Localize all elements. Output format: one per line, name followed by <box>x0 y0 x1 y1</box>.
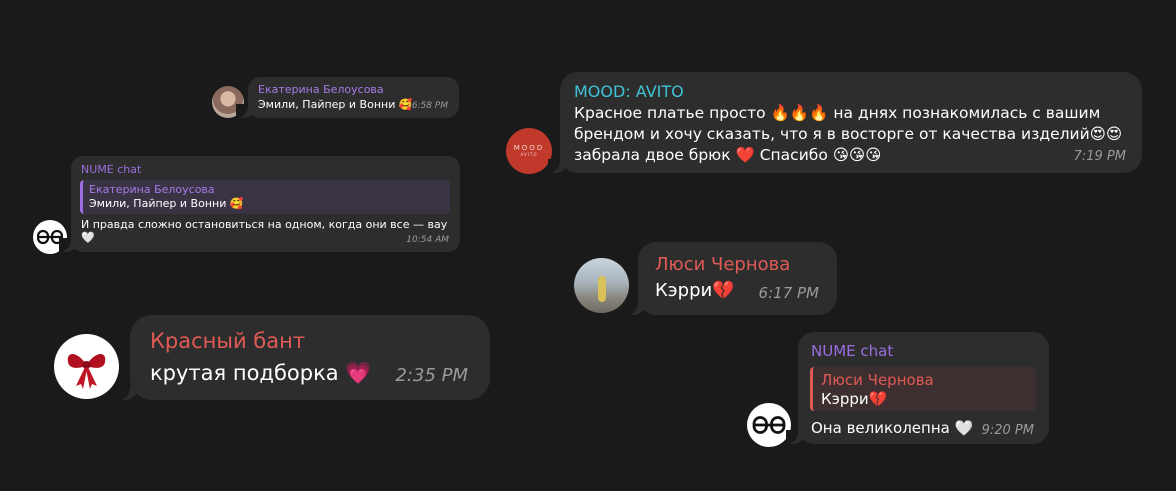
message-text: Кэрри💔 <box>655 280 735 301</box>
avatar-logo-top: MOOD <box>513 144 545 152</box>
reply-quote[interactable]: Люси Чернова Кэрри💔 <box>810 367 1036 411</box>
message-bubble[interactable]: Екатерина Белоусова Эмили, Пайпер и Вонн… <box>236 77 459 118</box>
quote-text: Кэрри💔 <box>821 390 888 408</box>
message-bubble[interactable]: NUME chat Екатерина Белоусова Эмили, Пай… <box>59 156 460 252</box>
nume-logo-icon[interactable] <box>747 403 791 447</box>
message-text: Она великолепна 🤍 <box>811 419 974 437</box>
message-time: 6:17 PM <box>758 284 819 302</box>
quote-text: Эмили, Пайпер и Вонни 🥰 <box>89 197 244 210</box>
reply-quote[interactable]: Екатерина Белоусова Эмили, Пайпер и Вонн… <box>80 180 450 214</box>
sender-name: NUME chat <box>811 342 894 360</box>
message-text: Эмили, Пайпер и Вонни 🥰 <box>258 98 413 111</box>
message-bubble[interactable]: MOOD: AVITO Красное платье просто 🔥🔥🔥 на… <box>548 72 1142 173</box>
quote-sender: Екатерина Белоусова <box>89 183 215 196</box>
quote-sender: Люси Чернова <box>821 371 934 389</box>
message-time: 9:20 PM <box>981 423 1034 438</box>
message-text: И правда сложно остановиться на одном, к… <box>81 218 448 244</box>
sender-name: MOOD: AVITO <box>574 82 684 101</box>
message-text-line-2: брендом и хочу сказать, что я в восторге… <box>574 125 1122 143</box>
sender-name: Красный бант <box>150 329 306 353</box>
message-bubble[interactable]: NUME chat Люси Чернова Кэрри💔 Она велико… <box>786 332 1049 444</box>
sender-name: Екатерина Белоусова <box>258 83 384 96</box>
message-bubble[interactable]: Красный бант крутая подборка 💗 2:35 PM <box>118 315 490 400</box>
sender-name: Люси Чернова <box>655 254 791 275</box>
message-time: 7:19 PM <box>1073 149 1126 164</box>
avatar-logo-bottom: AVITO <box>520 152 538 157</box>
message-text-line-3: забрала двое брюк ❤️ Спасибо 😘😘😘 <box>574 146 882 164</box>
message-bubble[interactable]: Люси Чернова Кэрри💔 6:17 PM <box>626 242 837 315</box>
message-time: 10:54 AM <box>406 235 449 245</box>
sender-name: NUME chat <box>81 163 142 176</box>
message-time: 6:58 PM <box>411 101 448 111</box>
avatar-lyusi[interactable] <box>574 258 629 313</box>
message-text-line-1: Красное платье просто 🔥🔥🔥 на днях познак… <box>574 104 1101 122</box>
red-bow-icon[interactable] <box>54 334 119 399</box>
message-text: крутая подборка 💗 <box>150 361 372 385</box>
message-time: 2:35 PM <box>395 365 468 386</box>
mood-avito-logo[interactable]: MOOD AVITO <box>506 128 552 174</box>
